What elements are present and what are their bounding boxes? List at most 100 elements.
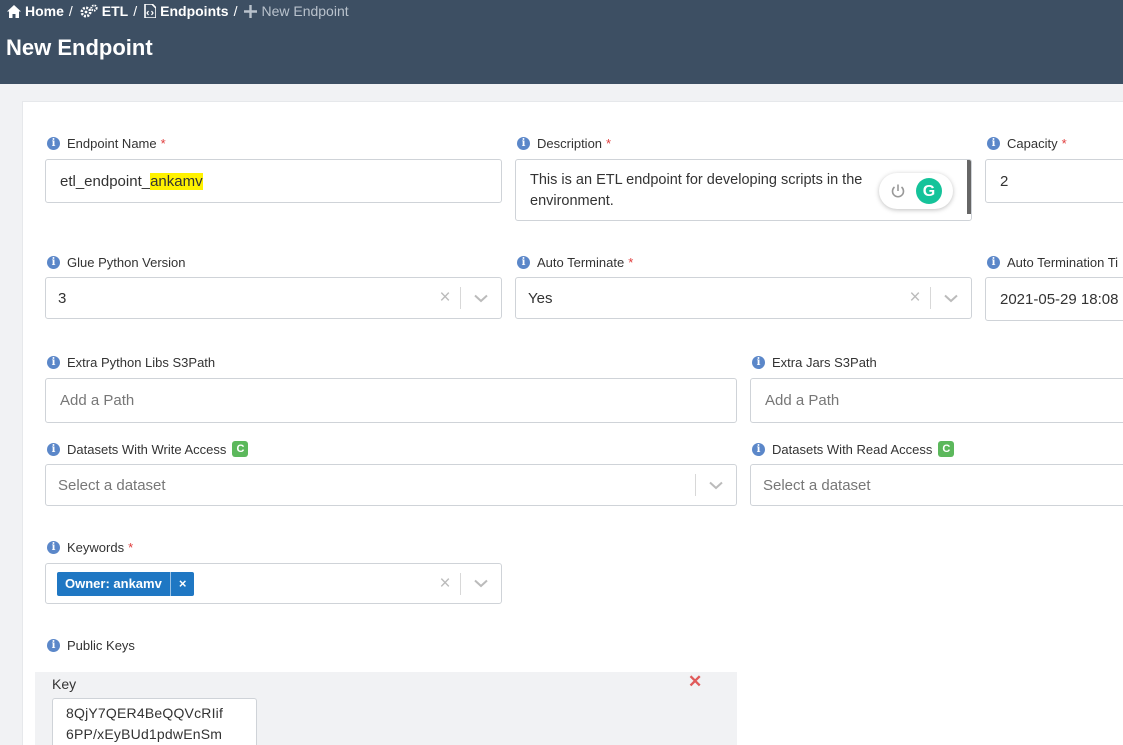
breadcrumb-current: New Endpoint xyxy=(244,3,349,19)
glue-python-version-label: i Glue Python Version xyxy=(47,254,186,270)
key-line-2: 6PP/xEyBUd1pdwEnSm xyxy=(66,726,223,742)
info-icon[interactable]: i xyxy=(987,136,1000,150)
chevron-down-icon[interactable] xyxy=(931,294,971,303)
auto-terminate-value: Yes xyxy=(528,289,553,307)
info-icon[interactable]: i xyxy=(47,355,60,369)
plus-icon xyxy=(244,4,258,18)
required-marker: * xyxy=(160,135,166,151)
breadcrumb-separator: / xyxy=(133,3,138,19)
key-textarea[interactable]: 8QjY7QER4BeQQVcRIif 6PP/xEyBUd1pdwEnSm xyxy=(52,698,257,745)
breadcrumb: Home / ETL / Endpoints / New Endpoint xyxy=(7,2,349,20)
info-icon[interactable]: i xyxy=(987,255,1000,269)
chevron-down-icon[interactable] xyxy=(461,579,501,588)
auto-terminate-label: i Auto Terminate * xyxy=(517,254,633,270)
datasets-write-select[interactable]: Select a dataset xyxy=(45,464,737,506)
breadcrumb-home[interactable]: Home xyxy=(7,3,64,19)
breadcrumb-home-label: Home xyxy=(25,3,64,19)
required-marker: * xyxy=(128,539,134,555)
extra-python-libs-input[interactable] xyxy=(58,379,724,422)
capacity-label: i Capacity * xyxy=(987,135,1067,151)
breadcrumb-etl-label: ETL xyxy=(101,3,129,19)
required-marker: * xyxy=(628,254,634,270)
chevron-down-icon[interactable] xyxy=(696,481,736,490)
required-marker: * xyxy=(606,135,612,151)
endpoint-name-value-highlight: ankamv xyxy=(150,172,203,190)
info-icon[interactable]: i xyxy=(517,255,530,269)
public-key-item: Key ✕ 8QjY7QER4BeQQVcRIif 6PP/xEyBUd1pdw… xyxy=(35,672,737,745)
breadcrumb-current-label: New Endpoint xyxy=(261,3,349,19)
description-textarea[interactable]: This is an ETL endpoint for developing s… xyxy=(515,159,972,221)
required-marker: * xyxy=(1061,135,1067,151)
extra-jars-field[interactable] xyxy=(750,378,1123,423)
info-icon[interactable]: i xyxy=(752,355,765,369)
breadcrumb-etl[interactable]: ETL xyxy=(80,3,128,19)
description-scrollbar[interactable] xyxy=(967,160,971,214)
auto-terminate-label-text: Auto Terminate xyxy=(537,254,625,270)
capacity-field[interactable]: 2 xyxy=(985,159,1123,203)
extra-python-libs-label-text: Extra Python Libs S3Path xyxy=(67,354,216,370)
datasets-read-select[interactable]: Select a dataset xyxy=(750,464,1123,506)
grammarly-icon[interactable]: G xyxy=(916,178,942,204)
datasets-write-label: i Datasets With Write Access C xyxy=(47,441,249,457)
datasets-write-placeholder: Select a dataset xyxy=(58,476,166,494)
datasets-read-label-text: Datasets With Read Access xyxy=(772,441,933,457)
endpoint-name-label-text: Endpoint Name xyxy=(67,135,157,151)
power-icon[interactable] xyxy=(890,183,906,199)
endpoint-name-label: i Endpoint Name * xyxy=(47,135,166,151)
file-code-icon xyxy=(144,4,157,18)
public-keys-label: i Public Keys xyxy=(47,637,135,653)
auto-terminate-select[interactable]: Yes × xyxy=(515,277,972,319)
clear-icon[interactable]: × xyxy=(900,287,930,309)
extra-python-libs-field[interactable] xyxy=(45,378,737,423)
extra-jars-input[interactable] xyxy=(763,379,1123,422)
page-title: New Endpoint xyxy=(6,35,153,60)
clear-icon[interactable]: × xyxy=(430,287,460,309)
info-icon[interactable]: i xyxy=(47,136,60,150)
home-icon xyxy=(7,4,21,18)
glue-python-version-value: 3 xyxy=(58,289,67,307)
auto-termination-time-value: 2021-05-29 18:08 xyxy=(1000,290,1119,308)
public-keys-label-text: Public Keys xyxy=(67,637,135,653)
description-label: i Description * xyxy=(517,135,611,151)
extra-python-libs-label: i Extra Python Libs S3Path xyxy=(47,354,215,370)
endpoint-name-value: etl_endpoint_ankamv xyxy=(60,172,203,190)
breadcrumb-endpoints[interactable]: Endpoints xyxy=(144,3,229,19)
endpoint-name-value-prefix: etl_endpoint_ xyxy=(60,172,151,190)
extra-jars-label: i Extra Jars S3Path xyxy=(752,354,877,370)
breadcrumb-endpoints-label: Endpoints xyxy=(160,3,229,19)
key-line-1: 8QjY7QER4BeQQVcRIif xyxy=(66,705,224,721)
gears-icon xyxy=(80,4,98,18)
info-icon[interactable]: i xyxy=(517,136,530,150)
keywords-values: Owner: ankamv × xyxy=(57,571,430,596)
capacity-value: 2 xyxy=(1000,172,1009,190)
grammarly-widget[interactable]: G xyxy=(879,173,953,209)
page-header: Home / ETL / Endpoints / New Endpoint Ne… xyxy=(0,0,1123,84)
refresh-icon[interactable]: C xyxy=(232,441,249,457)
keywords-label-text: Keywords xyxy=(67,539,125,555)
clear-icon[interactable]: × xyxy=(430,573,460,595)
refresh-icon[interactable]: C xyxy=(938,441,955,457)
datasets-read-placeholder: Select a dataset xyxy=(763,476,871,494)
info-icon[interactable]: i xyxy=(752,442,765,456)
auto-termination-time-label: i Auto Termination Ti xyxy=(987,254,1118,270)
breadcrumb-separator: / xyxy=(233,3,238,19)
extra-jars-label-text: Extra Jars S3Path xyxy=(772,354,877,370)
description-label-text: Description xyxy=(537,135,603,151)
info-icon[interactable]: i xyxy=(47,638,60,652)
delete-key-icon[interactable]: ✕ xyxy=(688,672,702,692)
remove-tag-icon[interactable]: × xyxy=(169,571,195,596)
info-icon[interactable]: i xyxy=(47,442,60,456)
auto-termination-time-field[interactable]: 2021-05-29 18:08 xyxy=(985,277,1123,321)
datasets-read-label: i Datasets With Read Access C xyxy=(752,441,955,457)
auto-termination-time-label-text: Auto Termination Ti xyxy=(1007,254,1119,270)
datasets-write-label-text: Datasets With Write Access xyxy=(67,441,227,457)
keyword-tag-label: Owner: ankamv xyxy=(65,576,162,591)
info-icon[interactable]: i xyxy=(47,255,60,269)
keywords-select[interactable]: Owner: ankamv × × xyxy=(45,563,502,604)
capacity-label-text: Capacity xyxy=(1007,135,1058,151)
endpoint-name-field[interactable]: etl_endpoint_ankamv xyxy=(45,159,502,203)
glue-python-version-select[interactable]: 3 × xyxy=(45,277,502,319)
chevron-down-icon[interactable] xyxy=(461,294,501,303)
info-icon[interactable]: i xyxy=(47,540,60,554)
key-label: Key xyxy=(52,676,77,692)
